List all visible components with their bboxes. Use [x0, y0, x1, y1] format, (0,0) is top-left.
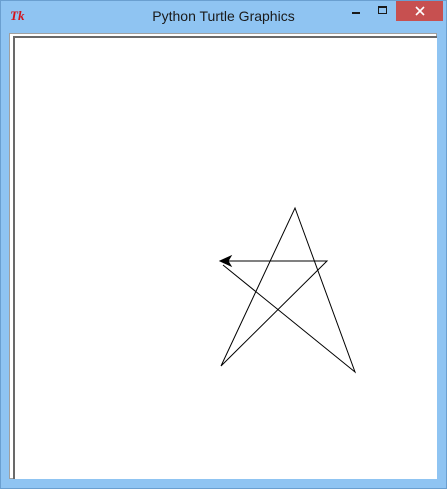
star-path: [220, 206, 357, 374]
turtle-drawing: [218, 206, 357, 374]
turtle-window: Tk Python Turtle Graphics: [0, 0, 447, 489]
